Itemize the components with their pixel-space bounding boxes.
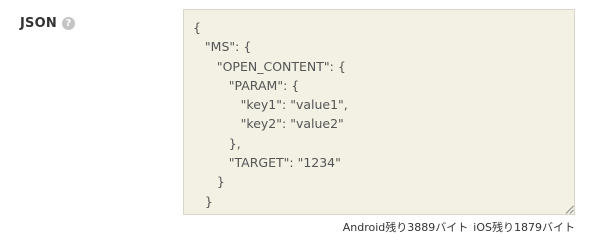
resize-grip-icon[interactable]	[565, 205, 574, 214]
ios-byte-remaining: iOS残り1879バイト	[473, 221, 575, 234]
byte-counter: Android残り3889バイト iOS残り1879バイト	[343, 219, 575, 235]
help-icon[interactable]: ?	[61, 17, 75, 30]
json-label-text: JSON	[20, 16, 57, 31]
json-textarea[interactable]	[183, 9, 575, 215]
json-form-row: JSON ? Android残り3889バイト iOS残り1879バイト	[0, 0, 605, 239]
android-byte-remaining: Android残り3889バイト	[342, 221, 469, 234]
json-field-label: JSON ?	[20, 16, 75, 31]
